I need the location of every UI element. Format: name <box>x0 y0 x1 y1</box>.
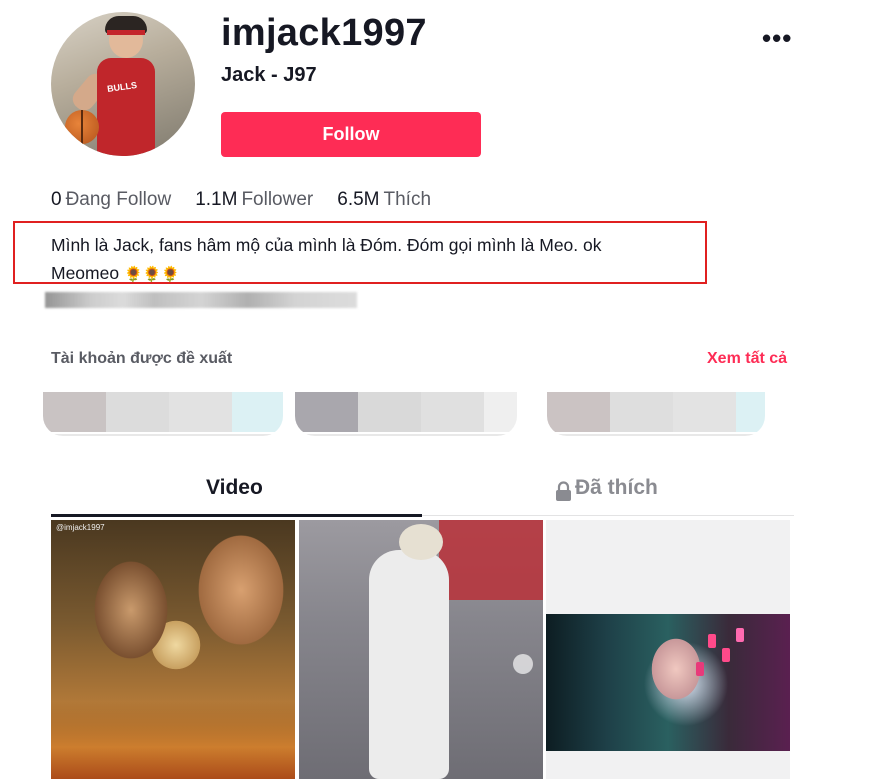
bio-line-2: Meomeo 🌻🌻🌻 <box>51 259 711 289</box>
tab-video[interactable]: Video <box>206 476 263 500</box>
stat-value: 6.5M <box>337 189 380 210</box>
stat-following[interactable]: 0 Đang Follow <box>51 189 171 211</box>
suggested-accounts-title: Tài khoản được đề xuất <box>51 350 233 367</box>
suggested-account-card[interactable] <box>43 392 283 436</box>
video-thumbnail[interactable] <box>299 520 543 779</box>
tab-active-indicator <box>51 514 422 517</box>
stat-value: 1.1M <box>195 189 238 210</box>
bio-line-2-text: Meomeo <box>51 263 120 283</box>
stat-label: Thích <box>383 189 432 210</box>
video-thumbnail[interactable] <box>546 520 790 779</box>
avatar-headband <box>107 30 145 35</box>
tab-liked[interactable]: Đã thích <box>575 476 658 500</box>
follow-button[interactable]: Follow <box>221 112 481 157</box>
username: imjack1997 <box>221 12 427 54</box>
avatar: BULLS <box>51 12 195 156</box>
nickname: Jack - J97 <box>221 64 317 86</box>
bio: Mình là Jack, fans hâm mộ của mình là Đó… <box>51 231 711 289</box>
avatar-shirt <box>97 58 155 156</box>
sunflower-emoji: 🌻🌻🌻 <box>123 266 180 283</box>
more-options-icon[interactable]: ••• <box>762 23 792 54</box>
profile-stats: 0 Đang Follow 1.1M Follower 6.5M Thích <box>51 189 431 211</box>
stat-label: Đang Follow <box>65 189 172 210</box>
stat-label: Follower <box>241 189 314 210</box>
suggested-account-card[interactable] <box>547 392 765 436</box>
stat-value: 0 <box>51 189 62 210</box>
lock-icon <box>556 481 571 501</box>
stat-followers[interactable]: 1.1M Follower <box>195 189 313 211</box>
blurred-bio-link <box>45 292 357 308</box>
suggested-account-card[interactable] <box>295 392 517 436</box>
stat-likes: 6.5M Thích <box>337 189 431 211</box>
video-watermark: @imjack1997 <box>56 523 105 532</box>
video-thumbnail[interactable]: @imjack1997 <box>51 520 295 779</box>
see-all-link[interactable]: Xem tất cả <box>707 350 787 368</box>
basketball <box>65 110 99 144</box>
bio-line-1: Mình là Jack, fans hâm mộ của mình là Đó… <box>51 235 602 255</box>
